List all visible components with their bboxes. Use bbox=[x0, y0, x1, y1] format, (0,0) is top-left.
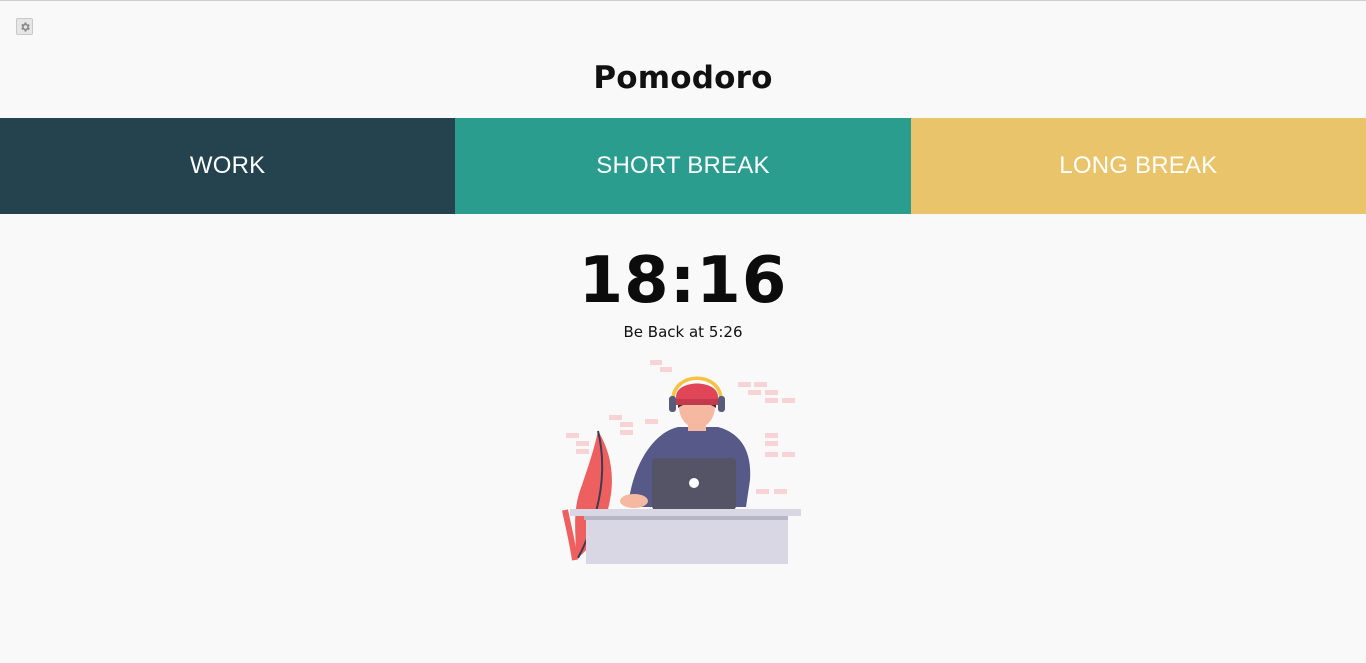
tab-short-break[interactable]: SHORT BREAK bbox=[455, 118, 911, 214]
be-back-text: Be Back at 5:26 bbox=[623, 323, 743, 341]
top-border bbox=[0, 0, 1366, 1]
settings-button[interactable] bbox=[16, 18, 33, 35]
person-with-laptop-illustration bbox=[562, 360, 801, 564]
mode-tabs: WORK SHORT BREAK LONG BREAK bbox=[0, 118, 1366, 214]
tab-long-break[interactable]: LONG BREAK bbox=[910, 118, 1366, 214]
tab-work[interactable]: WORK bbox=[0, 118, 456, 214]
page-title: Pomodoro bbox=[593, 60, 773, 96]
gear-icon bbox=[20, 22, 30, 31]
timer-display: 18:16 bbox=[578, 244, 788, 318]
